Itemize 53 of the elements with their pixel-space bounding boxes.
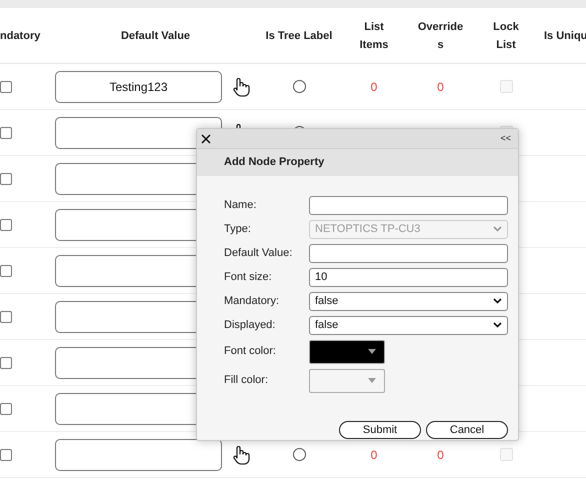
field-label: Displayed: — [224, 318, 276, 333]
field-label: Fill color: — [224, 373, 270, 388]
field-label: Mandatory: — [224, 294, 280, 309]
column-header: Lock List — [492, 20, 520, 52]
color-picker[interactable] — [309, 340, 385, 364]
mandatory-checkbox[interactable] — [0, 80, 12, 92]
count-text: 0 — [370, 78, 378, 96]
pointing-hand-icon[interactable] — [232, 444, 250, 464]
column-header: ndatory — [0, 28, 42, 44]
dialog-button[interactable]: Submit — [339, 421, 421, 439]
close-icon[interactable] — [201, 134, 211, 144]
chevron-down-icon — [493, 226, 502, 232]
default-value-field[interactable]: Testing123 — [55, 70, 222, 102]
chevron-down-icon — [493, 322, 502, 328]
dialog-button[interactable]: Cancel — [426, 421, 508, 439]
column-header: Overrides — [416, 20, 464, 52]
field-label: Font size: — [224, 270, 273, 285]
text-field[interactable] — [309, 244, 508, 262]
mandatory-checkbox[interactable] — [0, 126, 12, 138]
lock-list-checkbox[interactable] — [500, 80, 512, 93]
pointing-hand-icon[interactable] — [232, 76, 250, 96]
color-picker[interactable] — [309, 368, 385, 392]
dropdown[interactable]: false — [309, 316, 508, 334]
field-label: Name: — [224, 198, 258, 213]
lock-list-checkbox[interactable] — [500, 448, 512, 461]
mandatory-checkbox[interactable] — [0, 356, 12, 368]
mandatory-checkbox[interactable] — [0, 310, 12, 322]
dialog-title: Add Node Property — [224, 155, 324, 170]
mandatory-checkbox[interactable] — [0, 218, 12, 230]
dropdown[interactable]: false — [309, 292, 508, 310]
field-label: Default Value: — [224, 246, 294, 261]
count-text: 0 — [370, 446, 378, 464]
collapse-button[interactable]: << — [500, 134, 514, 143]
mandatory-checkbox[interactable] — [0, 402, 12, 414]
column-header: Default Value — [120, 28, 190, 44]
count-text: 0 — [437, 78, 444, 96]
default-value-field[interactable] — [55, 438, 222, 470]
mandatory-checkbox[interactable] — [0, 172, 12, 184]
column-header: Is Tree Label — [266, 28, 332, 44]
field-label: Type: — [224, 222, 252, 237]
default-value-field[interactable] — [55, 116, 222, 148]
tree-label-radio[interactable] — [292, 80, 306, 93]
caret-icon — [368, 378, 376, 383]
tree-label-radio[interactable] — [292, 448, 306, 461]
column-header: List Items — [358, 20, 390, 52]
field-label: Font color: — [224, 344, 277, 360]
count-text: 0 — [437, 446, 444, 464]
mandatory-checkbox[interactable] — [0, 264, 12, 276]
text-field[interactable]: 10 — [309, 268, 508, 286]
text-field[interactable] — [309, 196, 508, 214]
chevron-down-icon — [493, 298, 502, 304]
mandatory-checkbox[interactable] — [0, 448, 12, 460]
caret-icon — [368, 349, 376, 354]
